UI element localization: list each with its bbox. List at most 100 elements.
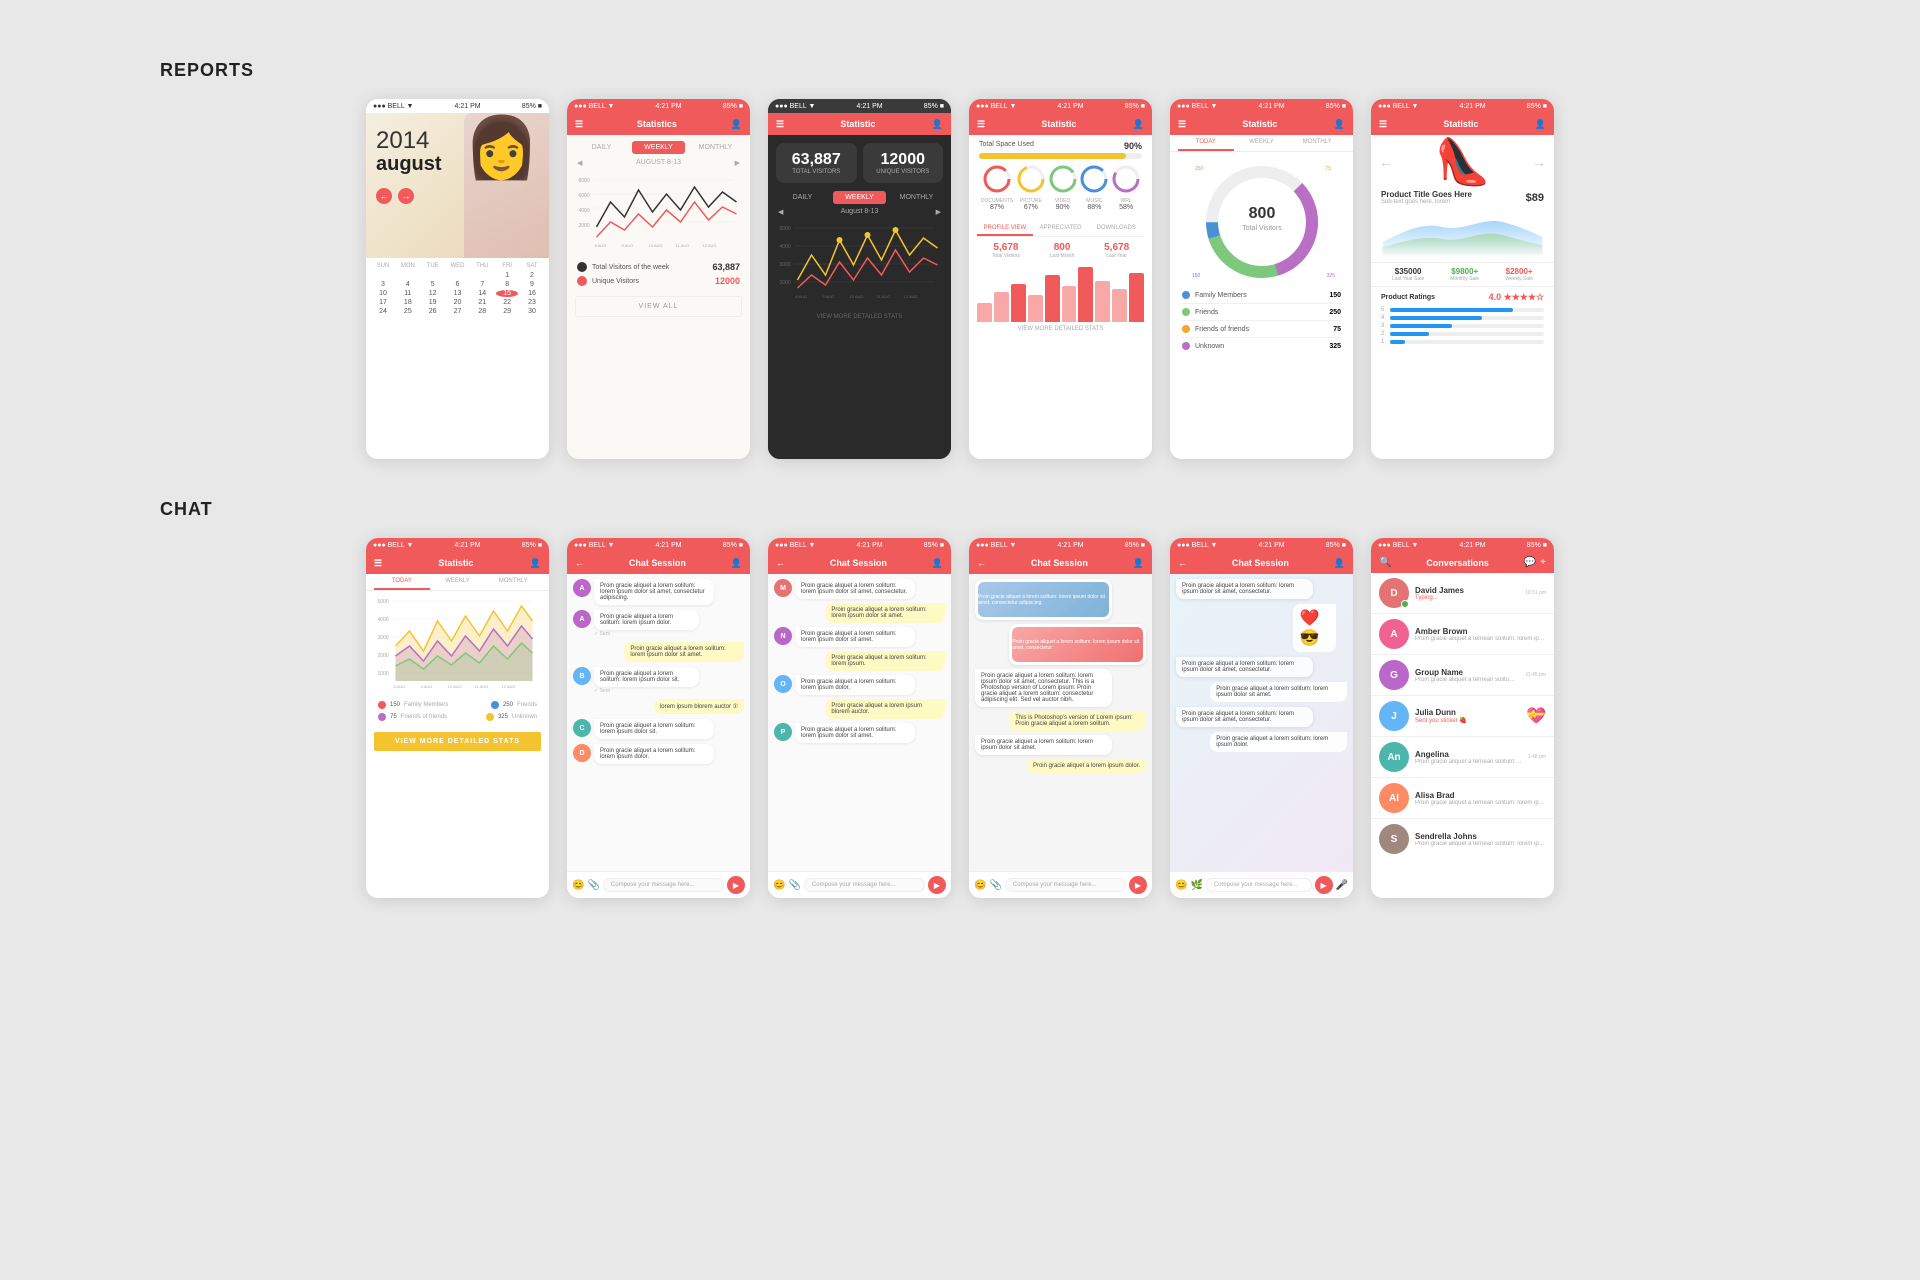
cal-day-20[interactable]: 20 [446, 299, 468, 306]
send-btn-4[interactable]: ▶ [1315, 876, 1333, 894]
dark-prev[interactable]: ◀ [778, 208, 783, 216]
emoji-icon-3[interactable]: 😊 [974, 880, 986, 891]
dark-tab-weekly[interactable]: WEEKLY [833, 191, 886, 204]
send-btn-2[interactable]: ▶ [928, 876, 946, 894]
cal-day-today[interactable]: 15 [496, 290, 518, 297]
menu-icon[interactable]: ☰ [575, 119, 583, 130]
circle-menu-icon[interactable]: ☰ [1178, 119, 1186, 130]
product-menu-icon[interactable]: ☰ [1379, 119, 1387, 130]
cal-day-25[interactable]: 25 [397, 308, 419, 315]
cal-day-27[interactable]: 27 [446, 308, 468, 315]
cal-day-17[interactable]: 17 [372, 299, 394, 306]
cal-day-6[interactable]: 6 [446, 281, 468, 288]
cal-day-5[interactable]: 5 [422, 281, 444, 288]
view-all-btn[interactable]: VIEW ALL [575, 296, 742, 317]
cal-day-24[interactable]: 24 [372, 308, 394, 315]
cal-day-8[interactable]: 8 [496, 281, 518, 288]
product-user-icon[interactable]: 👤 [1535, 119, 1546, 130]
chat-input-2[interactable]: Compose your message here... [804, 878, 925, 892]
chat-s3-user-icon[interactable]: 👤 [1133, 558, 1144, 569]
cal-day-19[interactable]: 19 [422, 299, 444, 306]
date-prev[interactable]: ◀ [577, 159, 582, 167]
emoji-icon-4[interactable]: 😊 [1175, 880, 1187, 891]
product-nav-next[interactable]: → [1532, 154, 1546, 170]
attach-icon-2[interactable]: 📎 [788, 880, 800, 891]
user-icon[interactable]: 👤 [731, 119, 742, 130]
cal-day-11[interactable]: 11 [397, 290, 419, 297]
cal-day-28[interactable]: 28 [471, 308, 493, 315]
cal-day-30[interactable]: 30 [521, 308, 543, 315]
cal-day-16[interactable]: 16 [521, 290, 543, 297]
attach-icon-4[interactable]: 🌿 [1190, 880, 1202, 891]
cal-day-23[interactable]: 23 [521, 299, 543, 306]
send-btn-1[interactable]: ▶ [727, 876, 745, 894]
chat-back-icon-2[interactable]: ← [776, 558, 785, 568]
conv-group-name[interactable]: G Group Name Proin gracie aliquet a tern… [1371, 655, 1554, 696]
conv-alisa-brad[interactable]: Al Alisa Brad Proin gracie aliquet a ter… [1371, 778, 1554, 819]
conv-angelina[interactable]: An Angelina Proin gracie aliquet a terne… [1371, 737, 1554, 778]
tab-weekly[interactable]: WEEKLY [632, 141, 685, 154]
cal-day-4[interactable]: 4 [397, 281, 419, 288]
chat-s4-user-icon[interactable]: 👤 [1334, 558, 1345, 569]
tab-daily[interactable]: DAILY [575, 141, 628, 154]
attach-icon-3[interactable]: 📎 [989, 880, 1001, 891]
cal-day-14[interactable]: 14 [471, 290, 493, 297]
chat-s2-user-icon[interactable]: 👤 [932, 558, 943, 569]
dark-next[interactable]: ▶ [936, 208, 941, 216]
cstat-tab-today[interactable]: TODAY [374, 574, 430, 590]
cal-day-21[interactable]: 21 [471, 299, 493, 306]
emoji-icon-1[interactable]: 😊 [572, 880, 584, 891]
chat-stat-menu-icon[interactable]: ☰ [374, 558, 382, 569]
dark-tab-monthly[interactable]: MONTHLY [890, 191, 943, 204]
dark-view-more[interactable]: VIEW MORE DETAILED STATS [768, 310, 951, 324]
chat-back-icon-4[interactable]: ← [1178, 558, 1187, 568]
cal-day-9[interactable]: 9 [521, 281, 543, 288]
conv-search-icon[interactable]: 🔍 [1379, 557, 1391, 568]
prev-month-btn[interactable]: ← [376, 188, 392, 204]
chat-stat-user-icon[interactable]: 👤 [530, 558, 541, 569]
chat-input-1[interactable]: Compose your message here... [603, 878, 724, 892]
circle-tab-monthly[interactable]: MONTHLY [1289, 135, 1345, 151]
chat-input-3[interactable]: Compose your message here... [1005, 878, 1126, 892]
cstat-tab-weekly[interactable]: WEEKLY [430, 574, 486, 590]
profile-tab-view[interactable]: PROFILE VIEW [977, 222, 1033, 236]
cal-day-3[interactable]: 3 [372, 281, 394, 288]
conv-add-icon[interactable]: + [1540, 557, 1546, 568]
chat-back-icon-3[interactable]: ← [977, 558, 986, 568]
mic-icon[interactable]: 🎤 [1336, 880, 1348, 891]
circle-tab-today[interactable]: TODAY [1178, 135, 1234, 151]
cal-day-26[interactable]: 26 [422, 308, 444, 315]
conv-amber-brown[interactable]: A Amber Brown Proin gracie aliquet a ter… [1371, 614, 1554, 655]
dark-user-icon[interactable]: 👤 [932, 119, 943, 130]
send-btn-3[interactable]: ▶ [1129, 876, 1147, 894]
chat-input-4[interactable]: Compose your message here... [1206, 878, 1312, 892]
cal-day-18[interactable]: 18 [397, 299, 419, 306]
product-nav-prev[interactable]: ← [1379, 154, 1393, 170]
cal-day-29[interactable]: 29 [496, 308, 518, 315]
next-month-btn[interactable]: → [398, 188, 414, 204]
conv-sendrella-johns[interactable]: S Sendrella Johns Proin gracie aliquet a… [1371, 819, 1554, 859]
conv-julia-dunn[interactable]: J Julia Dunn Sent you sticker 🍓 💝 [1371, 696, 1554, 737]
cal-day-10[interactable]: 10 [372, 290, 394, 297]
date-next[interactable]: ▶ [735, 159, 740, 167]
chat-s1-user-icon[interactable]: 👤 [731, 558, 742, 569]
cal-day-12[interactable]: 12 [422, 290, 444, 297]
profile-tab-downloads[interactable]: DOWNLOADS [1088, 222, 1144, 236]
cal-day-2[interactable]: 2 [521, 272, 543, 279]
cal-day-13[interactable]: 13 [446, 290, 468, 297]
space-view-more[interactable]: VIEW MORE DETAILED STATS [969, 322, 1152, 336]
circle-user-icon[interactable]: 👤 [1334, 119, 1345, 130]
cal-day-22[interactable]: 22 [496, 299, 518, 306]
chat-back-icon-1[interactable]: ← [575, 558, 584, 568]
circle-tab-weekly[interactable]: WEEKLY [1234, 135, 1290, 151]
tab-monthly[interactable]: MONTHLY [689, 141, 742, 154]
dark-menu-icon[interactable]: ☰ [776, 119, 784, 130]
view-more-detailed-btn[interactable]: VIEW MORE DETAILED STATS [374, 732, 541, 751]
cal-day-7[interactable]: 7 [471, 281, 493, 288]
space-user-icon[interactable]: 👤 [1133, 119, 1144, 130]
space-menu-icon[interactable]: ☰ [977, 119, 985, 130]
dark-tab-daily[interactable]: DAILY [776, 191, 829, 204]
conv-chat-icon[interactable]: 💬 [1524, 557, 1536, 568]
cstat-tab-monthly[interactable]: MONTHLY [485, 574, 541, 590]
conv-david-james[interactable]: D David James Typing... 10:31 pm [1371, 573, 1554, 614]
